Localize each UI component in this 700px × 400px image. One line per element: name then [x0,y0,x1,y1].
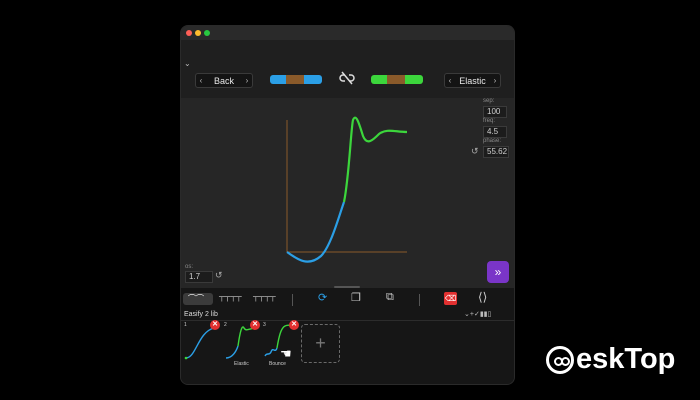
item-index: 2 [224,322,227,328]
next-arrow-icon[interactable]: › [242,76,252,85]
sep-label: sep: [483,98,495,104]
curve-editor[interactable]: sep: 100 freq: 4.5 phase: ↺ 55.62 os: 1.… [181,98,514,288]
item-label: Bounce [269,361,286,367]
timeline-strip[interactable] [288,90,408,98]
chevron-down-icon[interactable]: ⌄ [184,59,191,68]
reset-icon[interactable]: ↺ [215,270,223,281]
apply-icon: » [494,265,502,279]
freq-label: freq: [483,118,496,124]
library-item[interactable]: 2 ✕ Elastic [224,320,260,367]
divider [292,294,293,306]
library-item[interactable]: 3 ✕ ☚ Bounce [263,320,299,367]
unlink-icon[interactable] [339,71,355,90]
item-label: Elastic [234,361,249,367]
item-index: 3 [263,322,266,328]
left-curve-select[interactable]: ‹ Back › [195,73,253,88]
expand-icon[interactable]: ⟨⟩ [478,290,487,304]
curve-preset-3-icon[interactable]: ┬┬┬┬ [253,292,276,301]
delete-icon: ⌫ [444,294,457,303]
close-window-button[interactable] [186,30,192,36]
library-item[interactable]: 1 ✕ [184,320,220,362]
copy-icon[interactable]: ❐ [351,291,361,304]
right-color-strip[interactable] [371,75,423,84]
right-curve-label: Elastic [459,75,486,86]
curve-preset-1-icon: ⌒⌒ [188,294,204,303]
minimize-window-button[interactable] [195,30,201,36]
bottom-panel: ⌒⌒ ┬┬┬┬ ┬┬┬┬ ⟳ ❐ ⧉ ⌫ ⟨⟩ Easify 2 lib ⌄+✓… [181,288,514,384]
app-window: ⌄ ‹ Back › ‹ Elastic › sep: 100 freq: 4.… [181,26,514,384]
item-index: 1 [184,322,187,328]
phase-label: phase: [483,138,502,144]
os-label: os: [185,264,194,270]
remove-item-button[interactable]: ✕ [289,320,299,330]
library-title: Easify 2 lib [184,311,218,318]
remove-item-button[interactable]: ✕ [250,320,260,330]
sep-field[interactable]: 100 [483,106,507,118]
hand-cursor-icon: ☚ [280,346,292,361]
apply-button[interactable]: » [487,261,509,283]
zoom-window-button[interactable] [204,30,210,36]
library-actions[interactable]: ⌄+✓▮▮▯ [464,310,491,318]
prev-arrow-icon[interactable]: ‹ [445,76,455,85]
plus-icon: + [315,333,326,353]
delete-button[interactable]: ⌫ [444,292,457,305]
desktop-logo-icon [546,345,574,374]
divider [419,294,420,306]
left-color-strip[interactable] [270,75,322,84]
divider [181,320,514,321]
sync-icon[interactable]: ⟳ [318,291,327,304]
curve-preset-2-icon[interactable]: ┬┬┬┬ [219,292,242,301]
phase-field[interactable]: 55.62 [483,146,509,158]
watermark-text: eskTop [576,343,676,375]
add-item-button[interactable]: + [301,324,340,363]
remove-item-button[interactable]: ✕ [210,320,220,330]
left-curve-label: Back [213,75,234,86]
right-curve-select[interactable]: ‹ Elastic › [444,73,501,88]
paste-icon[interactable]: ⧉ [386,291,394,304]
prev-arrow-icon[interactable]: ‹ [196,76,206,85]
reset-icon[interactable]: ↺ [471,146,479,157]
title-bar [181,26,514,40]
preset-toggle-1[interactable]: ⌒⌒ [183,293,213,305]
watermark: eskTop [546,343,675,376]
next-arrow-icon[interactable]: › [490,76,500,85]
curve-graph[interactable] [181,98,514,288]
freq-field[interactable]: 4.5 [483,126,507,138]
os-field[interactable]: 1.7 [185,271,213,283]
